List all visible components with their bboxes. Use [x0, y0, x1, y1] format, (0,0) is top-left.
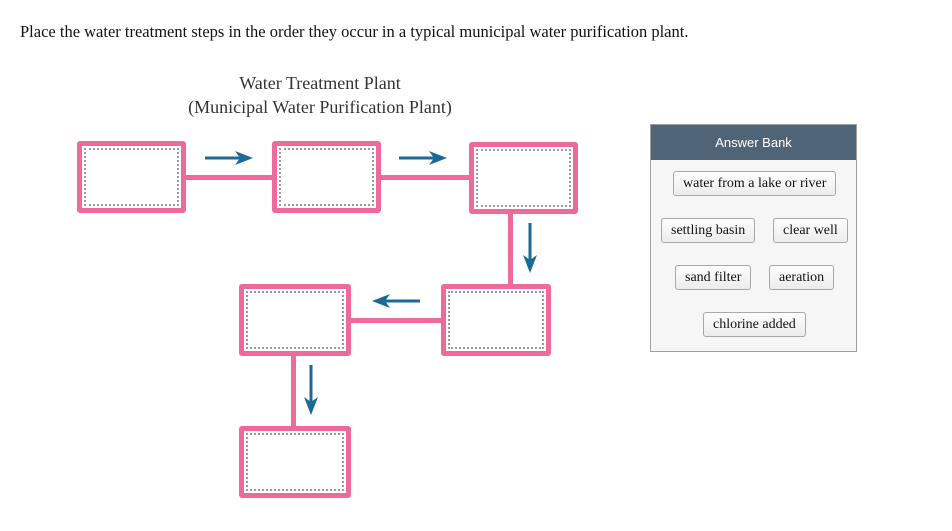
arrow-left-icon	[372, 294, 420, 308]
step-slot-3	[469, 142, 578, 214]
connector-1-2	[184, 175, 274, 180]
connector-5-6	[291, 354, 296, 428]
diagram-title-line1: Water Treatment Plant	[239, 73, 401, 93]
arrow-down-icon	[304, 365, 318, 415]
question-prompt: Place the water treatment steps in the o…	[20, 22, 689, 41]
drop-zone-6[interactable]	[246, 433, 344, 491]
connector-2-3	[379, 175, 471, 180]
step-slot-6	[239, 426, 351, 498]
arrow-right-icon	[399, 151, 447, 165]
drop-zone-3[interactable]	[476, 149, 571, 207]
step-slot-1	[77, 141, 186, 213]
drop-zone-2[interactable]	[279, 148, 374, 206]
answer-chip-water-from-lake[interactable]: water from a lake or river	[673, 171, 837, 196]
step-slot-4	[441, 284, 551, 356]
drop-zone-5[interactable]	[246, 291, 344, 349]
arrow-right-icon	[205, 151, 253, 165]
answer-chip-settling-basin[interactable]: settling basin	[661, 218, 756, 243]
answer-chip-sand-filter[interactable]: sand filter	[675, 265, 752, 290]
step-slot-2	[272, 141, 381, 213]
answer-bank-title: Answer Bank	[651, 125, 856, 160]
diagram-title: Water Treatment Plant (Municipal Water P…	[150, 71, 490, 119]
step-slot-5	[239, 284, 351, 356]
answer-chip-chlorine-added[interactable]: chlorine added	[703, 312, 806, 337]
connector-4-5	[349, 318, 444, 323]
answer-chip-aeration[interactable]: aeration	[769, 265, 835, 290]
answer-bank: Answer Bank water from a lake or river s…	[650, 124, 857, 352]
arrow-down-icon	[523, 223, 537, 273]
drop-zone-1[interactable]	[84, 148, 179, 206]
connector-3-4	[508, 212, 513, 288]
answer-chip-clear-well[interactable]: clear well	[773, 218, 848, 243]
diagram-title-line2: (Municipal Water Purification Plant)	[188, 97, 452, 117]
drop-zone-4[interactable]	[448, 291, 544, 349]
